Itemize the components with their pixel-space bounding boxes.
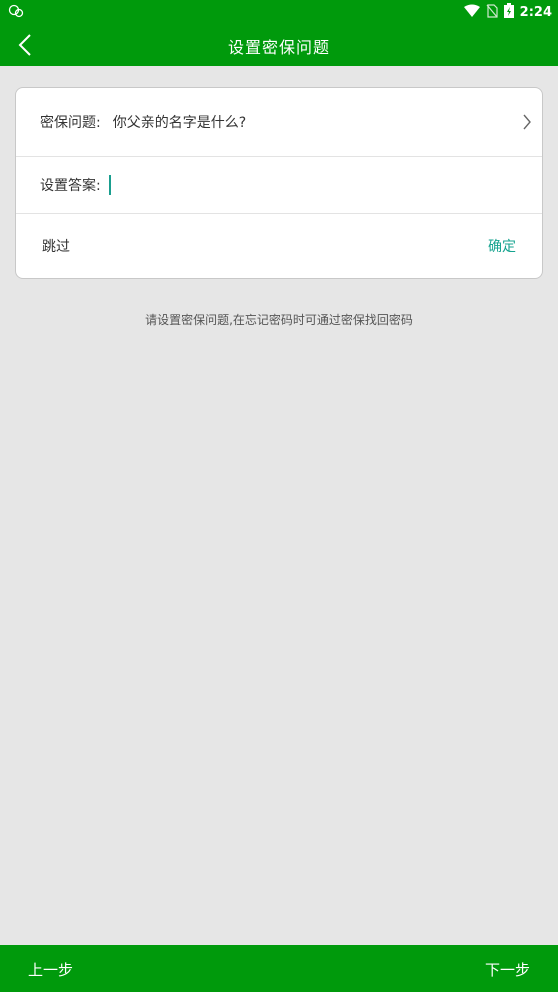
answer-label: 设置答案: (40, 178, 101, 194)
battery-charging-icon (503, 2, 514, 22)
question-label: 密保问题: (40, 115, 101, 131)
action-row: 跳过 确定 (16, 214, 542, 278)
status-time: 2:24 (519, 4, 552, 20)
answer-row: 设置答案: (16, 157, 542, 214)
next-step-button[interactable]: 下一步 (485, 959, 530, 980)
confirm-button[interactable]: 确定 (488, 236, 516, 256)
status-bar: 2:24 (0, 0, 558, 24)
question-value: 你父亲的名字是什么? (112, 115, 247, 131)
security-question-card: 密保问题: 你父亲的名字是什么? 设置答案: 跳过 确定 (15, 87, 543, 279)
app-bar: 设置密保问题 (0, 24, 558, 66)
question-selector[interactable]: 密保问题: 你父亲的名字是什么? (16, 88, 542, 157)
page-title: 设置密保问题 (227, 38, 330, 57)
prev-step-button[interactable]: 上一步 (28, 959, 73, 980)
bottom-nav-bar: 上一步 下一步 (0, 945, 558, 992)
chevron-right-icon (522, 114, 532, 130)
skip-button[interactable]: 跳过 (42, 236, 70, 256)
wifi-icon (463, 3, 480, 22)
answer-input[interactable] (118, 174, 499, 196)
hint-text: 请设置密保问题,在忘记密码时可通过密保找回密码 (145, 313, 413, 327)
notification-icon (8, 3, 24, 19)
no-sim-icon (486, 3, 498, 22)
text-cursor (108, 175, 111, 195)
